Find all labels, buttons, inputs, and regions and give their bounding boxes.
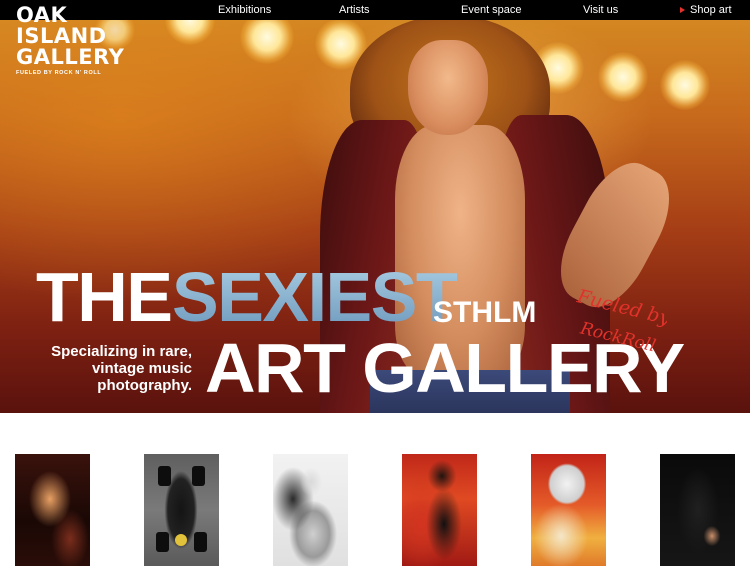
logo-gallery: GALLERY [16, 45, 125, 69]
triangle-right-icon [680, 7, 685, 13]
thumbnail-dark-figure[interactable] [660, 454, 735, 566]
fueled-by-rock-n-roll-signature: Fueled by RockRoll [574, 285, 667, 356]
headline-sexiest: SEXIEST [172, 258, 459, 336]
headline-sthlm: STHLM [433, 296, 537, 329]
nav-visit-us[interactable]: Visit us [583, 3, 618, 17]
nav-event-space[interactable]: Event space [461, 3, 522, 17]
thumbnail-race-car[interactable] [144, 454, 219, 566]
logo-island: ISLAND [16, 24, 107, 48]
headline-the: THE [36, 258, 173, 336]
nav-shop-art-label: Shop art [690, 4, 732, 16]
nav-exhibitions[interactable]: Exhibitions [218, 3, 271, 17]
site-logo[interactable]: OAK ISLAND GALLERY FUELED BY ROCK N' ROL… [16, 3, 136, 77]
logo-oak: OAK [16, 3, 68, 27]
thumbnail-singer-red-stage[interactable] [402, 454, 477, 566]
stage-light [660, 60, 710, 110]
thumbnail-portrait-bw[interactable] [273, 454, 348, 566]
nav-shop-art[interactable]: Shop art [680, 3, 732, 17]
hero-tagline: Specializing in rare, vintage music phot… [51, 343, 192, 394]
thumbnail-helmet-driver[interactable] [531, 454, 606, 566]
nav-artists[interactable]: Artists [339, 3, 370, 17]
logo-tagline: FUELED BY ROCK N' ROLL [16, 70, 102, 76]
thumbnail-concert-duo[interactable] [15, 454, 90, 566]
